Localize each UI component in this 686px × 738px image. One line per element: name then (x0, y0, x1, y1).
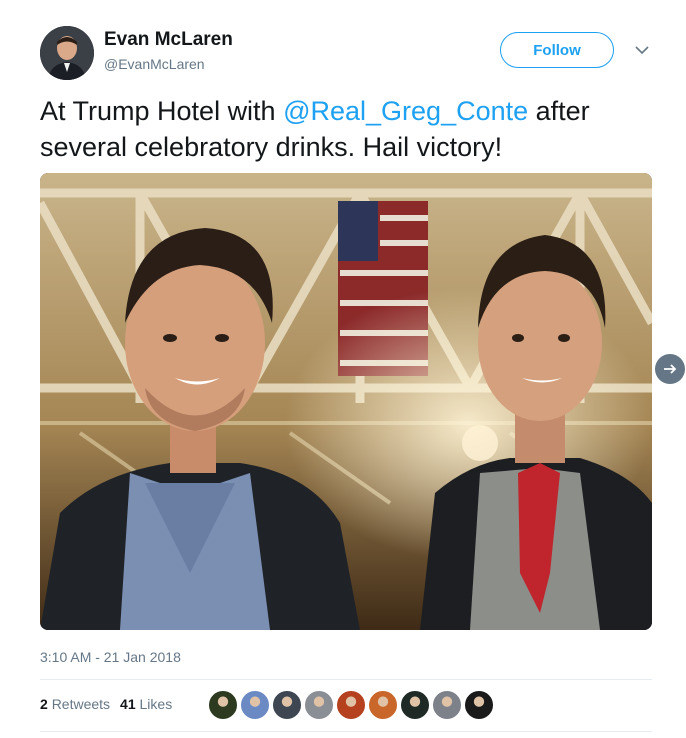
liker-avatar[interactable] (400, 690, 430, 720)
tweet-text: At Trump Hotel with @Real_Greg_Conte aft… (40, 93, 660, 165)
likes-stat[interactable]: 41 Likes (120, 696, 172, 712)
retweets-count: 2 (40, 696, 48, 712)
tweet-timestamp[interactable]: 3:10 AM - 21 Jan 2018 (40, 649, 181, 665)
liker-avatar[interactable] (272, 690, 302, 720)
chevron-down-icon[interactable] (632, 40, 652, 60)
author-display-name[interactable]: Evan McLaren (104, 29, 233, 51)
follow-button[interactable]: Follow (500, 32, 614, 68)
divider (40, 679, 652, 680)
liker-avatar[interactable] (336, 690, 366, 720)
liker-avatar[interactable] (464, 690, 494, 720)
tweet-stats: 2 Retweets 41 Likes (40, 696, 172, 712)
tweet-text-before: At Trump Hotel with (40, 96, 284, 126)
author-handle[interactable]: @EvanMcLaren (104, 56, 205, 72)
tweet-card: Evan McLaren @EvanMcLaren Follow At Trum… (0, 0, 686, 738)
liker-avatar[interactable] (432, 690, 462, 720)
liker-avatar[interactable] (304, 690, 334, 720)
likes-label: Likes (139, 696, 173, 712)
liker-avatar[interactable] (368, 690, 398, 720)
retweets-label: Retweets (51, 696, 111, 712)
retweets-stat[interactable]: 2 Retweets (40, 696, 110, 712)
tweet-photo[interactable] (40, 173, 652, 630)
likes-count: 41 (120, 696, 136, 712)
author-avatar[interactable] (40, 26, 94, 80)
mention-link[interactable]: @Real_Greg_Conte (283, 96, 528, 126)
divider (40, 731, 652, 732)
liker-avatars (208, 690, 494, 720)
liker-avatar[interactable] (240, 690, 270, 720)
liker-avatar[interactable] (208, 690, 238, 720)
arrow-right-icon[interactable] (655, 354, 685, 384)
